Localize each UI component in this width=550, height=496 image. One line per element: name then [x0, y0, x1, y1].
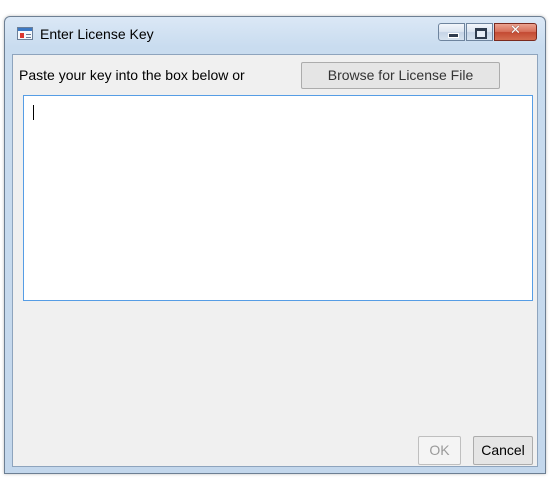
close-button[interactable]: ✕	[494, 23, 537, 41]
minimize-icon	[448, 33, 459, 38]
cancel-button[interactable]: Cancel	[473, 436, 533, 465]
app-icon	[17, 27, 33, 40]
browse-license-file-button[interactable]: Browse for License File	[301, 62, 500, 89]
close-icon: ✕	[510, 23, 521, 38]
title-bar[interactable]: Enter License Key ✕	[5, 17, 545, 53]
maximize-button[interactable]	[466, 23, 493, 41]
license-key-dialog: Enter License Key ✕ Paste your key into …	[4, 16, 546, 474]
paste-instruction-label: Paste your key into the box below or	[19, 67, 245, 83]
maximize-icon	[475, 28, 487, 39]
text-caret	[33, 105, 34, 120]
window-title: Enter License Key	[40, 26, 154, 42]
license-key-textarea[interactable]	[23, 95, 533, 301]
caption-buttons: ✕	[437, 23, 537, 43]
dialog-body: Paste your key into the box below or Bro…	[12, 54, 538, 467]
ok-button[interactable]: OK	[418, 436, 461, 465]
minimize-button[interactable]	[438, 23, 465, 41]
